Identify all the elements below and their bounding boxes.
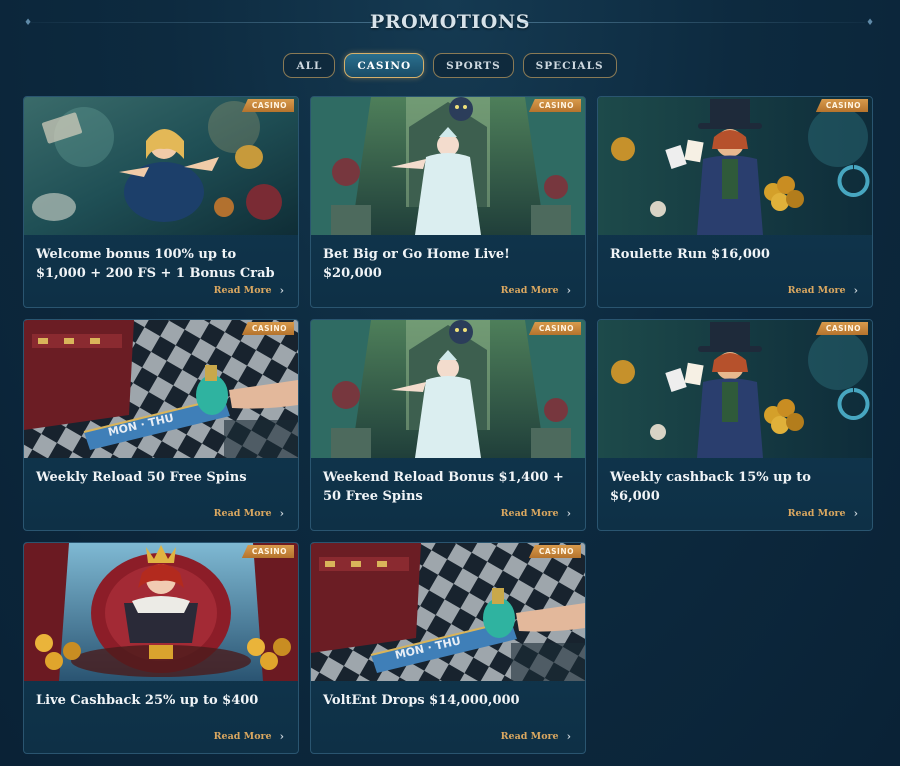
read-more-link[interactable]: Read More › xyxy=(214,507,284,520)
category-tabs: ALL CASINO SPORTS SPECIALS xyxy=(0,53,900,78)
ornament-icon: ♦ xyxy=(866,18,875,28)
category-badge: CASINO xyxy=(815,322,868,335)
read-more-link[interactable]: Read More › xyxy=(501,284,571,297)
promo-image xyxy=(598,97,872,235)
tab-casino[interactable]: CASINO xyxy=(344,53,425,78)
promo-card[interactable]: MON · THU CASINO Weekly Reload 50 Free S… xyxy=(23,319,299,531)
category-badge: CASINO xyxy=(528,99,581,112)
read-more-link[interactable]: Read More › xyxy=(214,284,284,297)
chevron-right-icon: › xyxy=(566,507,571,520)
chevron-right-icon: › xyxy=(279,730,284,743)
category-badge: CASINO xyxy=(241,322,294,335)
read-more-label: Read More xyxy=(500,285,559,296)
promo-title: Roulette Run $16,000 xyxy=(610,247,770,262)
page-header: ♦ PROMOTIONS ♦ xyxy=(0,8,900,38)
category-badge: CASINO xyxy=(815,99,868,112)
promo-card[interactable]: MON · THU CASINO VoltEnt Drops $14,000,0… xyxy=(310,542,586,754)
read-more-label: Read More xyxy=(213,285,272,296)
promo-image xyxy=(24,97,298,235)
chevron-right-icon: › xyxy=(853,284,858,297)
promo-image xyxy=(311,97,585,235)
header-divider-right xyxy=(520,22,865,23)
read-more-label: Read More xyxy=(213,508,272,519)
read-more-link[interactable]: Read More › xyxy=(501,730,571,743)
chevron-right-icon: › xyxy=(566,730,571,743)
category-badge: CASINO xyxy=(528,322,581,335)
promo-card[interactable]: CASINO Roulette Run $16,000 Read More › xyxy=(597,96,873,308)
read-more-label: Read More xyxy=(213,731,272,742)
tab-all[interactable]: ALL xyxy=(283,53,336,78)
read-more-label: Read More xyxy=(500,731,559,742)
read-more-link[interactable]: Read More › xyxy=(788,507,858,520)
promo-image xyxy=(598,320,872,458)
promo-title: Weekend Reload Bonus $1,400 + 50 Free Sp… xyxy=(323,470,564,504)
chevron-right-icon: › xyxy=(279,284,284,297)
promo-title: Live Cashback 25% up to $400 xyxy=(36,693,259,708)
promo-image xyxy=(24,543,298,681)
category-badge: CASINO xyxy=(241,99,294,112)
promo-title: Weekly cashback 15% up to $6,000 xyxy=(610,470,811,504)
promo-image xyxy=(311,320,585,458)
category-badge: CASINO xyxy=(528,545,581,558)
promo-image: MON · THU xyxy=(24,320,298,458)
chevron-right-icon: › xyxy=(279,507,284,520)
promo-title: Weekly Reload 50 Free Spins xyxy=(36,470,247,485)
chevron-right-icon: › xyxy=(853,507,858,520)
promo-title: VoltEnt Drops $14,000,000 xyxy=(323,693,520,708)
chevron-right-icon: › xyxy=(566,284,571,297)
category-badge: CASINO xyxy=(241,545,294,558)
promo-card[interactable]: CASINO Bet Big or Go Home Live! $20,000 … xyxy=(310,96,586,308)
read-more-label: Read More xyxy=(787,508,846,519)
read-more-link[interactable]: Read More › xyxy=(214,730,284,743)
promo-image: MON · THU xyxy=(311,543,585,681)
read-more-label: Read More xyxy=(787,285,846,296)
read-more-link[interactable]: Read More › xyxy=(788,284,858,297)
promo-title: Welcome bonus 100% up to $1,000 + 200 FS… xyxy=(36,247,275,281)
tab-sports[interactable]: SPORTS xyxy=(433,53,514,78)
promo-card[interactable]: CASINO Live Cashback 25% up to $400 Read… xyxy=(23,542,299,754)
read-more-label: Read More xyxy=(500,508,559,519)
promo-title: Bet Big or Go Home Live! $20,000 xyxy=(323,247,510,281)
promo-card[interactable]: CASINO Welcome bonus 100% up to $1,000 +… xyxy=(23,96,299,308)
tab-specials[interactable]: SPECIALS xyxy=(522,53,617,78)
promo-card[interactable]: CASINO Weekly cashback 15% up to $6,000 … xyxy=(597,319,873,531)
read-more-link[interactable]: Read More › xyxy=(501,507,571,520)
promo-card[interactable]: CASINO Weekend Reload Bonus $1,400 + 50 … xyxy=(310,319,586,531)
